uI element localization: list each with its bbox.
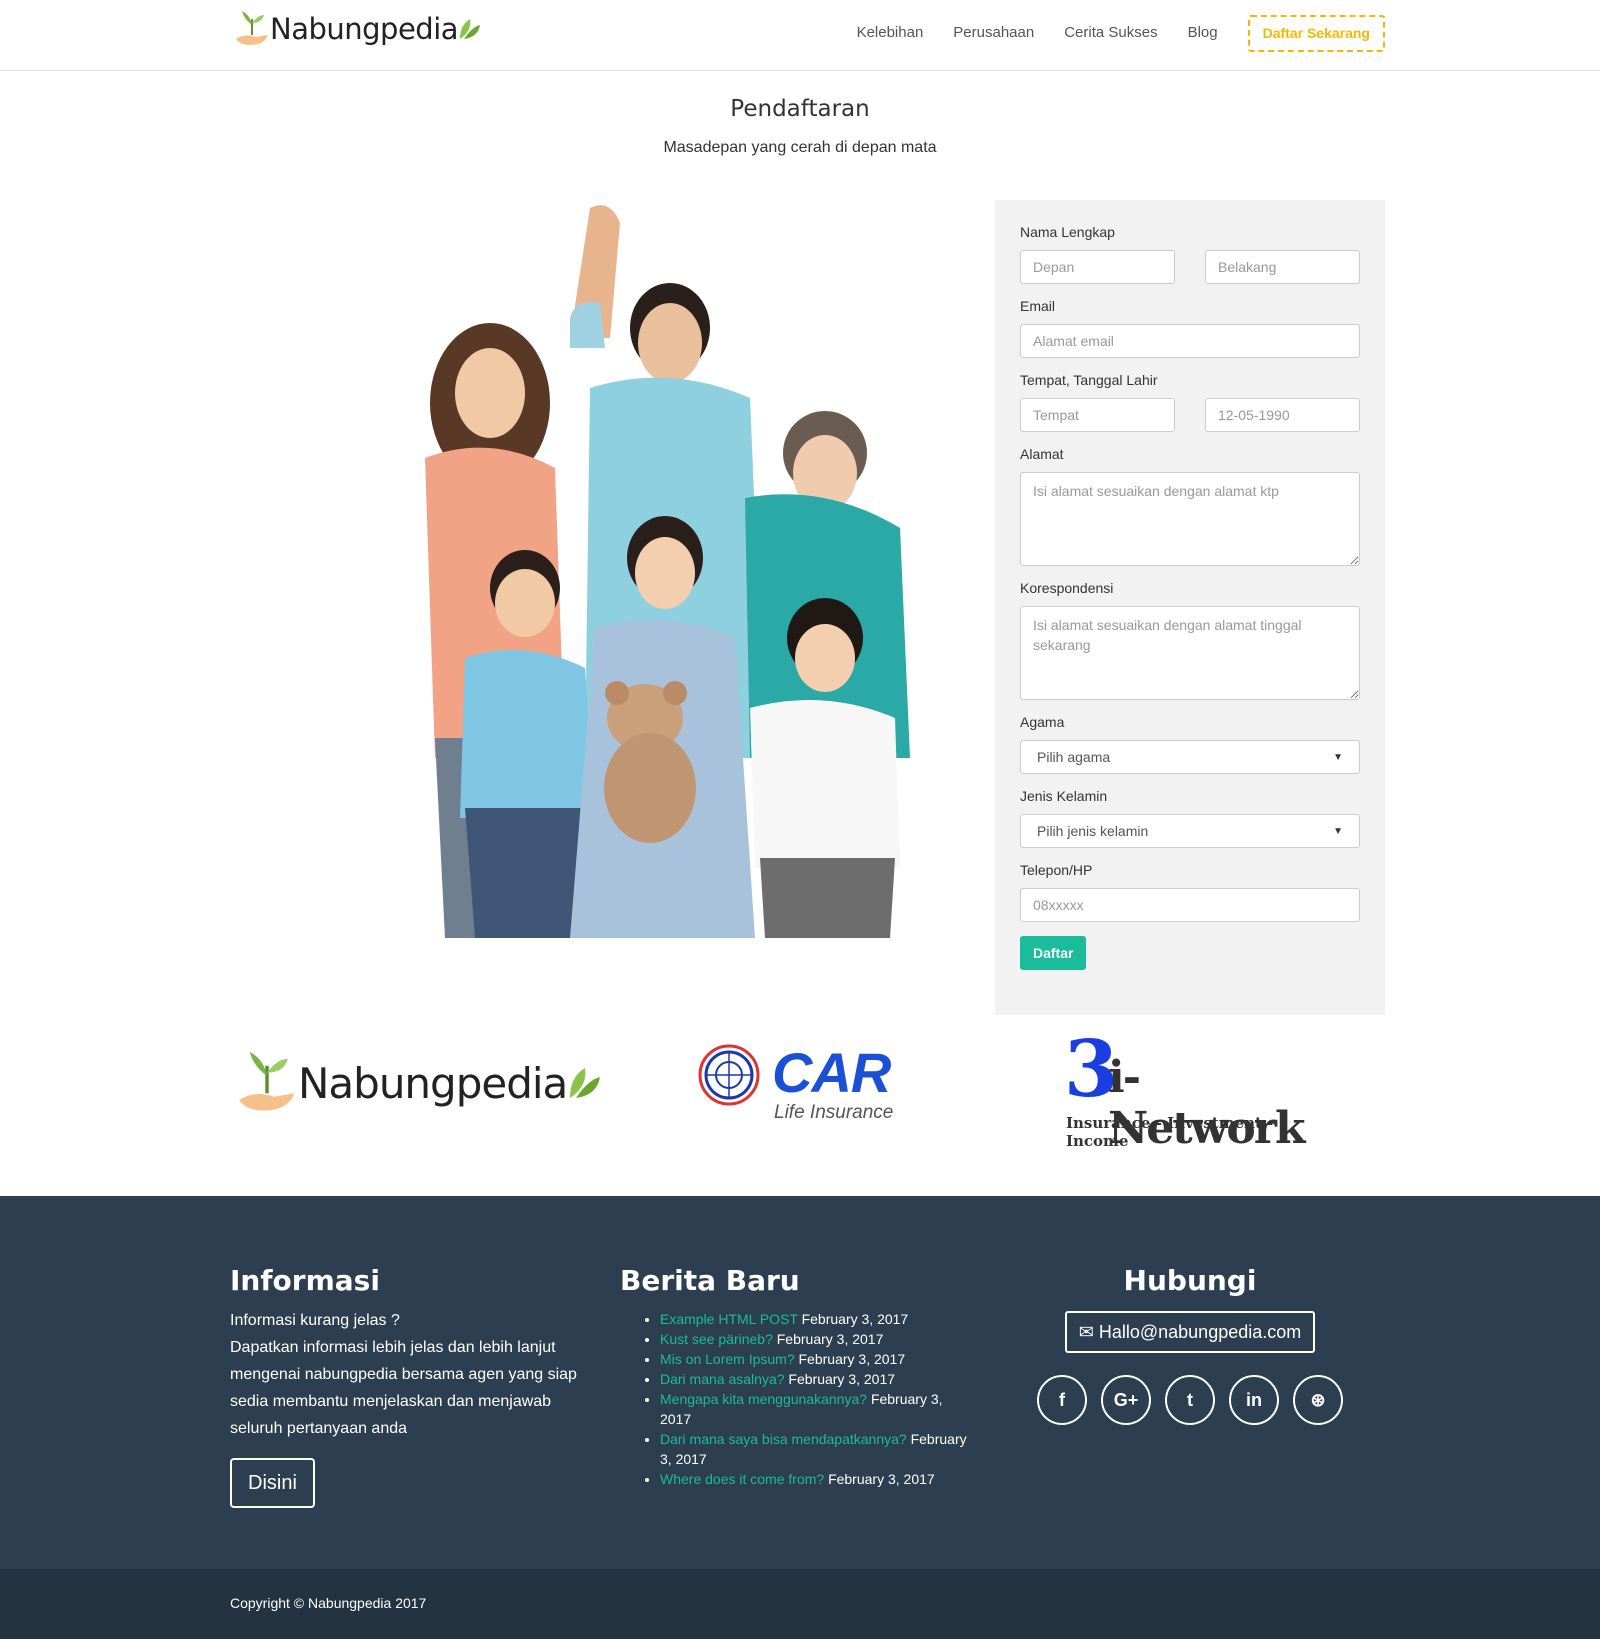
nav-link-perusahaan[interactable]: Perusahaan [953, 14, 1034, 52]
nav-menu: Kelebihan Perusahaan Cerita Sukses Blog … [827, 14, 1385, 52]
brand-wordmark: Nabungpedia [270, 12, 459, 46]
news-date: February 3, 2017 [828, 1471, 935, 1487]
last-name-input[interactable] [1205, 250, 1360, 284]
correspondence-textarea[interactable] [1020, 606, 1360, 700]
religion-label: Agama [1020, 714, 1065, 730]
car-emblem-icon [698, 1044, 760, 1106]
news-date: February 3, 2017 [801, 1311, 909, 1327]
page-subtitle: Masadepan yang cerah di depan mata [663, 139, 937, 156]
brand-logo[interactable]: Nabungpedia [234, 6, 482, 52]
phone-input[interactable] [1020, 888, 1360, 922]
page-title: Pendaftaran [730, 96, 870, 122]
news-link[interactable]: Where does it come from? [660, 1471, 824, 1487]
news-link[interactable]: Mengapa kita menggunakannya? [660, 1391, 867, 1407]
navbar: Nabungpedia Kelebihan Perusahaan Cerita … [0, 0, 1600, 71]
footer-news-column: Berita Baru Example HTML POST February 3… [620, 1264, 970, 1489]
copyright-bar: Copyright © Nabungpedia 2017 [0, 1569, 1600, 1639]
email-address: Hallo@nabungpedia.com [1098, 1321, 1302, 1342]
nav-link-cerita-sukses[interactable]: Cerita Sukses [1064, 14, 1157, 52]
caret-down-icon: ▼ [1333, 825, 1343, 837]
leaf-icon [570, 1068, 601, 1098]
gender-label: Jenis Kelamin [1020, 788, 1108, 804]
partner-logos: Nabungpedia CAR Life Insurance 3 i-Netwo… [0, 1024, 1600, 1170]
info-here-button[interactable]: Disini [230, 1458, 315, 1508]
hand-plant-icon [239, 1052, 295, 1111]
registration-form: Nama Lengkap Email Tempat, Tanggal Lahir… [995, 200, 1385, 1015]
3i-network-tagline: Insurance - Investment - Income [1066, 1114, 1274, 1150]
address-textarea[interactable] [1020, 472, 1360, 566]
social-links: f G+ t in ⊛ [1025, 1375, 1355, 1425]
news-date: February 3, 2017 [776, 1331, 884, 1347]
address-label: Alamat [1020, 446, 1064, 462]
news-item: Dari mana saya bisa mendapatkannya? Febr… [660, 1429, 970, 1469]
copyright-text: Copyright © Nabungpedia 2017 [230, 1595, 427, 1611]
news-item: Where does it come from? February 3, 201… [660, 1469, 970, 1489]
footer-contact-title: Hubungi [1123, 1264, 1257, 1297]
news-link[interactable]: Dari mana asalnya? [660, 1371, 785, 1387]
news-item: Mis on Lorem Ipsum? February 3, 2017 [660, 1349, 970, 1369]
news-link[interactable]: Dari mana saya bisa mendapatkannya? [660, 1431, 907, 1447]
facebook-icon[interactable]: f [1037, 1375, 1087, 1425]
car-partner-logo: CAR Life Insurance [698, 1040, 908, 1130]
caret-down-icon: ▼ [1333, 751, 1343, 763]
news-list: Example HTML POST February 3, 2017 Kust … [620, 1309, 970, 1489]
footer-news-title: Berita Baru [620, 1264, 800, 1297]
birth-date-input[interactable] [1205, 398, 1360, 432]
phone-label: Telepon/HP [1020, 862, 1093, 878]
news-item: Mengapa kita menggunakannya? February 3,… [660, 1389, 970, 1429]
nav-link-kelebihan[interactable]: Kelebihan [857, 14, 924, 52]
gender-select-value: Pilih jenis kelamin [1037, 823, 1149, 839]
nabungpedia-partner-name: Nabungpedia [298, 1058, 568, 1108]
google-plus-icon[interactable]: G+ [1101, 1375, 1151, 1425]
email-contact-button[interactable]: ✉ Hallo@nabungpedia.com [1064, 1311, 1316, 1353]
footer-info-question: Informasi kurang jelas ? [230, 1312, 400, 1329]
footer: Informasi Informasi kurang jelas ? Dapat… [0, 1196, 1600, 1569]
religion-select[interactable]: Pilih agama ▼ [1020, 740, 1360, 774]
news-date: February 3, 2017 [798, 1351, 906, 1367]
footer-info-column: Informasi Informasi kurang jelas ? Dapat… [230, 1264, 590, 1508]
gender-select[interactable]: Pilih jenis kelamin ▼ [1020, 814, 1360, 848]
footer-info-text: Informasi kurang jelas ? Dapatkan inform… [230, 1307, 590, 1442]
twitter-icon[interactable]: t [1165, 1375, 1215, 1425]
news-item: Kust see pärineb? February 3, 2017 [660, 1329, 970, 1349]
family-photo [395, 198, 920, 940]
car-partner-tagline: Life Insurance [774, 1102, 894, 1123]
register-now-button[interactable]: Daftar Sekarang [1247, 14, 1385, 52]
nav-link-blog[interactable]: Blog [1188, 14, 1218, 52]
news-date: February 3, 2017 [788, 1371, 896, 1387]
nabungpedia-partner-logo: Nabungpedia [236, 1048, 603, 1118]
car-partner-name: CAR [772, 1041, 891, 1104]
news-item: Dari mana asalnya? February 3, 2017 [660, 1369, 970, 1389]
dribbble-icon[interactable]: ⊛ [1293, 1375, 1343, 1425]
leaf-icon [460, 19, 481, 39]
news-item: Example HTML POST February 3, 2017 [660, 1309, 970, 1329]
birth-label: Tempat, Tanggal Lahir [1020, 372, 1158, 388]
full-name-label: Nama Lengkap [1020, 224, 1115, 240]
correspondence-label: Korespondensi [1020, 580, 1114, 596]
footer-info-body: Dapatkan informasi lebih jelas dan lebih… [230, 1339, 577, 1437]
footer-contact-column: Hubungi ✉ Hallo@nabungpedia.com f G+ t i… [1025, 1264, 1355, 1425]
envelope-icon: ✉ [1078, 1321, 1094, 1342]
email-label: Email [1020, 298, 1056, 314]
news-link[interactable]: Example HTML POST [660, 1311, 798, 1327]
religion-select-value: Pilih agama [1037, 749, 1111, 765]
linkedin-icon[interactable]: in [1229, 1375, 1279, 1425]
submit-button[interactable]: Daftar [1020, 936, 1087, 970]
birth-place-input[interactable] [1020, 398, 1175, 432]
first-name-input[interactable] [1020, 250, 1175, 284]
news-link[interactable]: Mis on Lorem Ipsum? [660, 1351, 795, 1367]
hand-plant-icon [236, 11, 268, 45]
email-input[interactable] [1020, 324, 1360, 358]
3i-network-partner-logo: 3 i-Network Insurance - Investment - Inc… [1064, 1024, 1324, 1154]
news-link[interactable]: Kust see pärineb? [660, 1331, 773, 1347]
footer-info-title: Informasi [230, 1264, 380, 1297]
